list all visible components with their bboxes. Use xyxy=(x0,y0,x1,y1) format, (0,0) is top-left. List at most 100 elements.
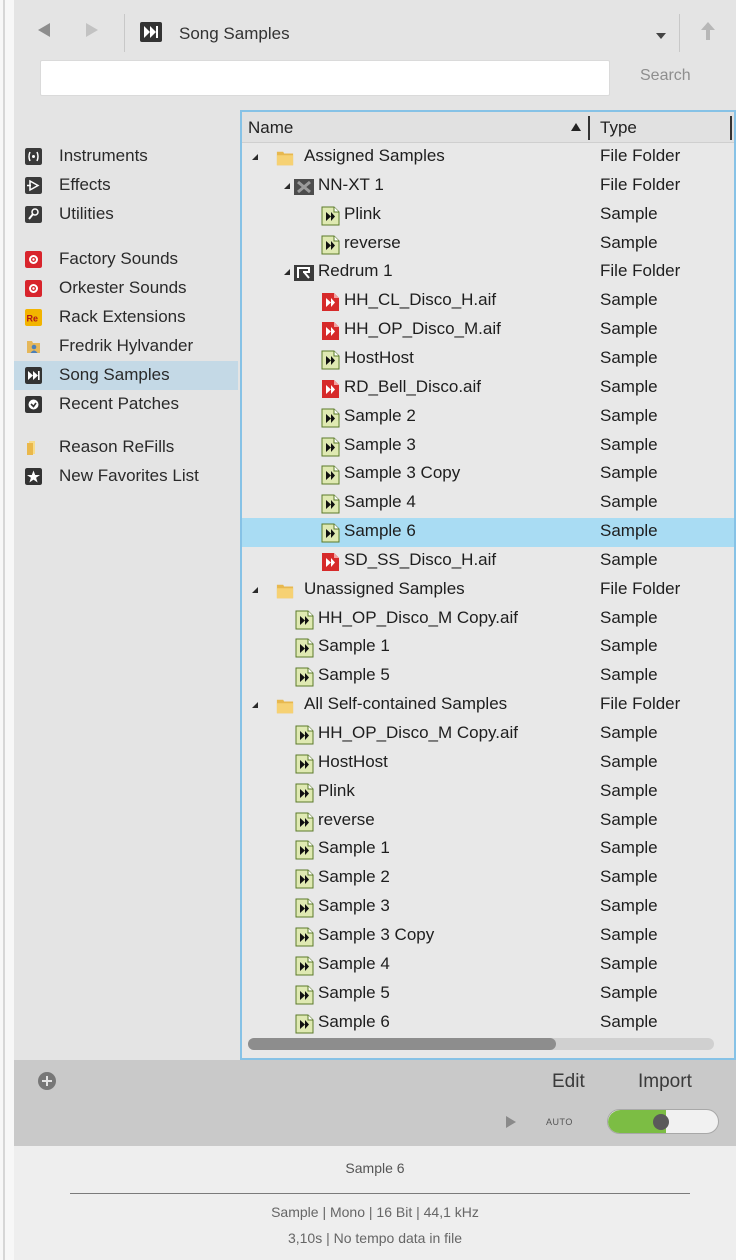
sample-file-icon xyxy=(295,956,314,976)
song-samples-icon xyxy=(25,367,42,384)
tree-item-name: Unassigned Samples xyxy=(304,578,465,598)
tree-sample-row[interactable]: Sample 4 Sample xyxy=(242,489,734,518)
tree-folder-row[interactable]: Assigned Samples File Folder xyxy=(242,143,734,172)
sample-file-icon xyxy=(295,898,314,918)
tree-sample-row[interactable]: Sample 1 Sample xyxy=(242,835,734,864)
tree-item-type: Sample xyxy=(600,492,658,512)
tree-item-type: Sample xyxy=(600,376,658,396)
auto-preview-toggle[interactable] xyxy=(607,1109,719,1134)
location-title[interactable]: Song Samples xyxy=(179,24,290,44)
sidebar-item-reason-refills[interactable]: Reason ReFills xyxy=(14,433,238,462)
tree-item-type: File Folder xyxy=(600,146,681,165)
sample-file-icon xyxy=(321,523,340,543)
tree-sample-row[interactable]: SD_SS_Disco_H.aif Sample xyxy=(242,547,734,576)
orkester-sounds-icon xyxy=(25,280,42,297)
search-button[interactable]: Search xyxy=(640,67,691,85)
rack-extensions-icon: Re xyxy=(25,309,42,326)
sidebar-item-instruments[interactable]: Instruments xyxy=(14,142,238,171)
expand-triangle-icon[interactable] xyxy=(252,586,258,593)
column-resize-handle[interactable] xyxy=(588,116,590,140)
tree-item-name: reverse xyxy=(344,232,401,252)
tree-sample-row[interactable]: HostHost Sample xyxy=(242,749,734,778)
svg-text:Re: Re xyxy=(27,314,39,324)
play-preview-icon[interactable] xyxy=(506,1116,516,1128)
tree-sample-row[interactable]: Sample 5 Sample xyxy=(242,980,734,1009)
tree-sample-row[interactable]: Sample 6 Sample xyxy=(242,518,734,548)
sample-info-panel: Sample 6 Sample | Mono | 16 Bit | 44,1 k… xyxy=(14,1146,736,1260)
expand-triangle-icon[interactable] xyxy=(284,269,290,276)
info-format-line: Sample | Mono | 16 Bit | 44,1 kHz xyxy=(271,1204,479,1220)
sample-file-icon xyxy=(321,408,340,428)
tree-item-type: Sample xyxy=(600,665,658,685)
sidebar-item-label: Rack Extensions xyxy=(59,307,186,326)
tree-sample-row[interactable]: HH_OP_Disco_M.aif Sample xyxy=(242,316,734,345)
tree-sample-row[interactable]: Plink Sample xyxy=(242,778,734,807)
tree-folder-row[interactable]: NN-XT 1 File Folder xyxy=(242,172,734,201)
tree-sample-row[interactable]: HH_OP_Disco_M Copy.aif Sample xyxy=(242,720,734,749)
column-name-header[interactable]: Name xyxy=(248,118,293,138)
sample-file-icon xyxy=(321,206,340,226)
expand-triangle-icon[interactable] xyxy=(252,702,258,709)
sample-file-icon xyxy=(321,235,340,255)
tree-sample-row[interactable]: reverse Sample xyxy=(242,230,734,259)
tree-sample-row[interactable]: Sample 2 Sample xyxy=(242,403,734,432)
favorites-star-icon xyxy=(25,468,42,485)
tree-folder-row[interactable]: Unassigned Samples File Folder xyxy=(242,576,734,605)
tree-item-name: RD_Bell_Disco.aif xyxy=(344,376,481,396)
tree-sample-row[interactable]: HostHost Sample xyxy=(242,345,734,374)
user-folder-icon xyxy=(27,341,40,353)
tree-sample-row[interactable]: Sample 3 Copy Sample xyxy=(242,922,734,951)
column-type-header[interactable]: Type xyxy=(600,118,637,138)
sidebar-item-effects[interactable]: Effects xyxy=(14,171,238,200)
forward-arrow-icon[interactable] xyxy=(86,23,98,37)
toolbar-divider xyxy=(679,14,680,52)
column-resize-handle[interactable] xyxy=(730,116,732,140)
sample-file-icon xyxy=(295,869,314,889)
sidebar-item-new-favorites-list[interactable]: New Favorites List xyxy=(14,462,238,491)
sidebar-item-recent-patches[interactable]: Recent Patches xyxy=(14,390,238,419)
tree-sample-row[interactable]: Sample 5 Sample xyxy=(242,662,734,691)
up-folder-icon[interactable] xyxy=(700,20,716,42)
back-arrow-icon[interactable] xyxy=(38,23,50,37)
tree-item-type: Sample xyxy=(600,347,658,367)
window-left-edge xyxy=(0,0,14,1260)
edge-line xyxy=(3,0,5,1260)
tree-sample-row[interactable]: Sample 4 Sample xyxy=(242,951,734,980)
sort-ascending-icon[interactable] xyxy=(571,123,581,131)
tree-sample-row[interactable]: Sample 1 Sample xyxy=(242,633,734,662)
edit-button[interactable]: Edit xyxy=(552,1071,585,1093)
tree-sample-row[interactable]: Sample 3 Sample xyxy=(242,893,734,922)
tree-folder-row[interactable]: All Self-contained Samples File Folder xyxy=(242,691,734,720)
tree-folder-row[interactable]: Redrum 1 File Folder xyxy=(242,258,734,287)
expand-triangle-icon[interactable] xyxy=(252,154,258,160)
import-button[interactable]: Import xyxy=(638,1071,692,1093)
sidebar-item-utilities[interactable]: Utilities xyxy=(14,200,238,229)
toggle-knob[interactable] xyxy=(653,1114,669,1130)
sidebar-item-orkester-sounds[interactable]: Orkester Sounds xyxy=(14,274,238,303)
search-input[interactable] xyxy=(40,60,610,96)
tree-item-name: reverse xyxy=(318,809,375,829)
sidebar-item-label: Song Samples xyxy=(59,365,170,384)
horizontal-scrollbar-thumb[interactable] xyxy=(248,1038,556,1050)
sidebar-item-label: Effects xyxy=(59,175,111,194)
tree-sample-row[interactable]: Sample 6 Sample xyxy=(242,1009,734,1038)
tree-sample-row[interactable]: HH_OP_Disco_M Copy.aif Sample xyxy=(242,605,734,634)
tree-sample-row[interactable]: Plink Sample xyxy=(242,201,734,230)
tree-sample-row[interactable]: Sample 3 Copy Sample xyxy=(242,460,734,489)
expand-triangle-icon[interactable] xyxy=(284,182,290,189)
tree-sample-row[interactable]: reverse Sample xyxy=(242,807,734,836)
tree-sample-row[interactable]: Sample 3 Sample xyxy=(242,432,734,461)
sidebar-item-song-samples[interactable]: Song Samples xyxy=(14,361,238,390)
tree-sample-row[interactable]: HH_CL_Disco_H.aif Sample xyxy=(242,287,734,316)
sidebar-item-rack-extensions[interactable]: Re Rack Extensions xyxy=(14,303,238,332)
tree-item-type: Sample xyxy=(600,751,658,771)
sidebar-item-factory-sounds[interactable]: Factory Sounds xyxy=(14,245,238,274)
tree-item-type: Sample xyxy=(600,896,658,916)
sample-file-icon xyxy=(321,494,340,514)
tree-sample-row[interactable]: RD_Bell_Disco.aif Sample xyxy=(242,374,734,403)
location-dropdown-icon[interactable] xyxy=(656,33,666,39)
sidebar-item-fredrik-hylvander[interactable]: Fredrik Hylvander xyxy=(14,332,238,361)
sample-file-icon xyxy=(295,927,314,947)
tree-sample-row[interactable]: Sample 2 Sample xyxy=(242,864,734,893)
add-icon[interactable] xyxy=(38,1072,56,1090)
